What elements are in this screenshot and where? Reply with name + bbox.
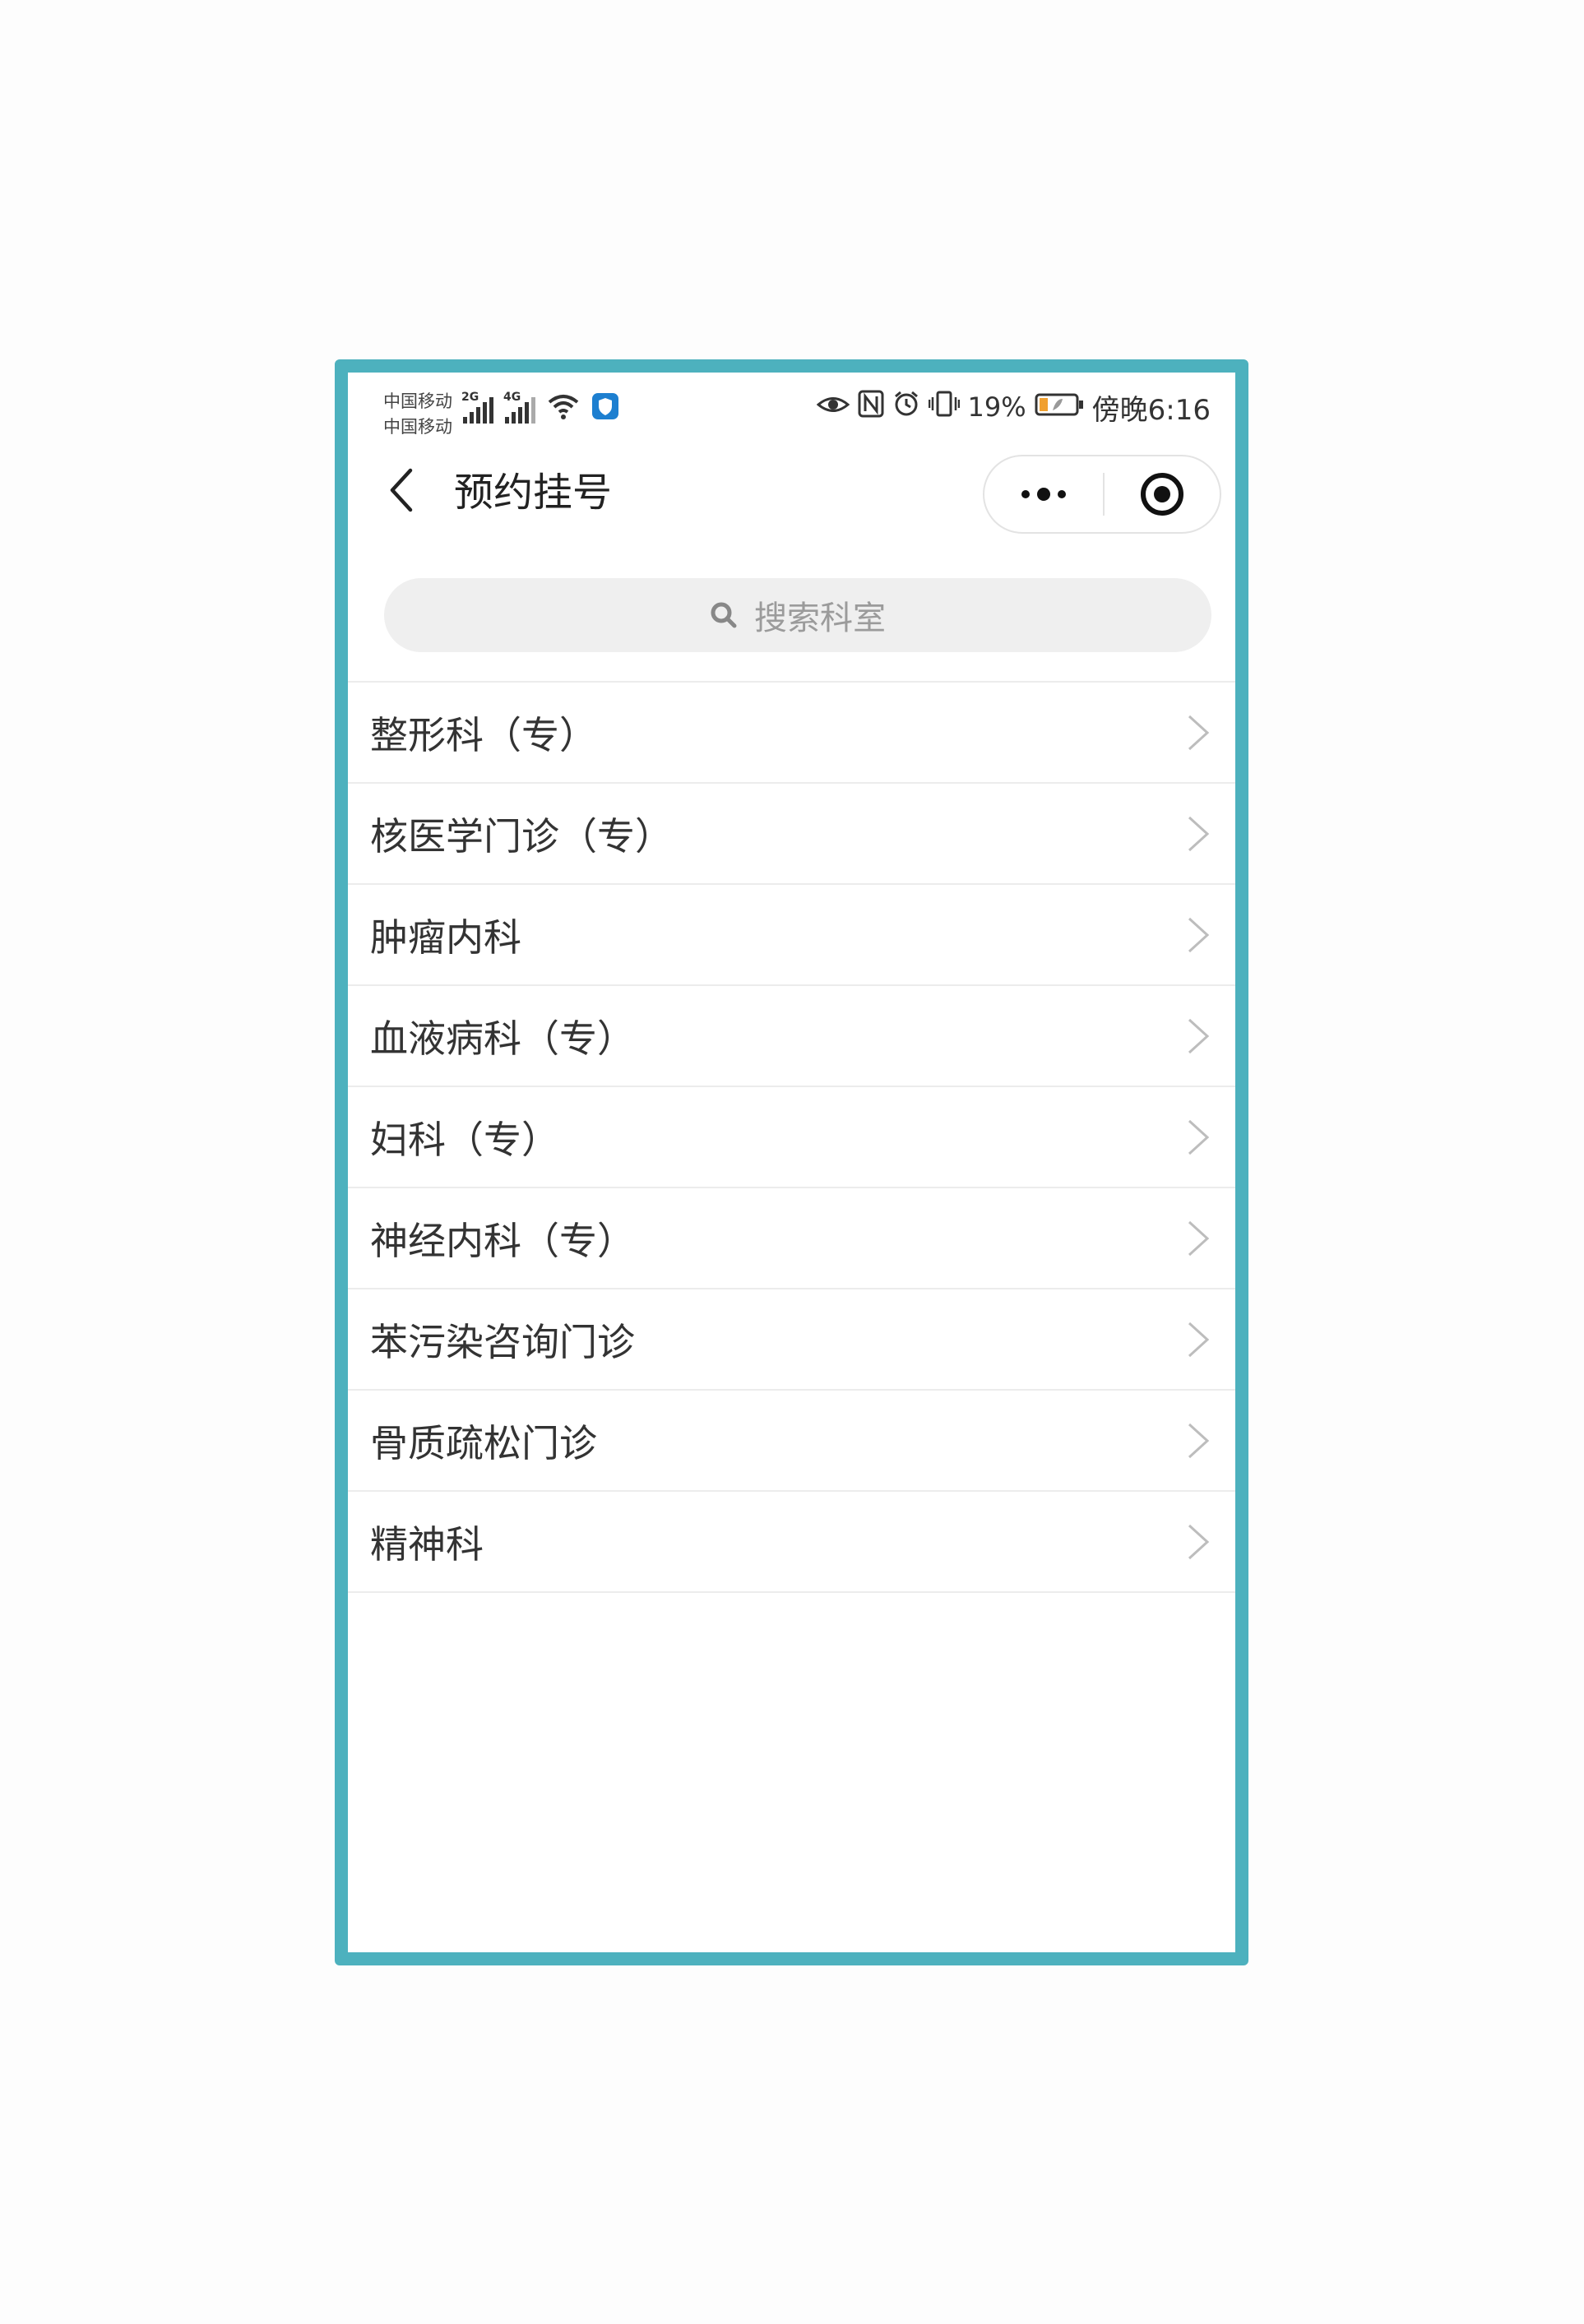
- battery-icon: [1035, 391, 1084, 424]
- department-label: 肿瘤内科: [370, 914, 521, 960]
- signal-icon: 2G: [461, 391, 493, 424]
- status-bar: 中国移动 中国移动 2G 4G 19% 傍晚6:16: [348, 373, 1235, 438]
- carrier-1: 中国移动: [383, 391, 452, 411]
- list-item[interactable]: 血液病科（专）: [348, 986, 1235, 1087]
- search-placeholder: 搜索科室: [754, 600, 886, 637]
- chevron-right-icon: [1188, 715, 1210, 751]
- carrier-labels: 中国移动 中国移动: [383, 389, 452, 440]
- chevron-right-icon: [1188, 1018, 1210, 1054]
- eye-icon: [816, 391, 850, 424]
- list-item[interactable]: 肿瘤内科: [348, 885, 1235, 986]
- list-item[interactable]: 精神科: [348, 1492, 1235, 1593]
- nav-header: 预约挂号: [348, 447, 1235, 537]
- clock: 傍晚6:16: [1091, 393, 1211, 427]
- list-item[interactable]: 神经内科（专）: [348, 1188, 1235, 1289]
- page-title: 预约挂号: [454, 470, 613, 516]
- list-item[interactable]: 核医学门诊（专）: [348, 784, 1235, 885]
- chevron-right-icon: [1188, 1423, 1210, 1459]
- list-item[interactable]: 骨质疏松门诊: [348, 1391, 1235, 1492]
- target-close-icon: [1141, 473, 1183, 516]
- department-label: 精神科: [370, 1521, 484, 1567]
- alarm-icon: [892, 390, 920, 424]
- close-mini-program-button[interactable]: [1105, 456, 1220, 532]
- chevron-right-icon: [1188, 1220, 1210, 1257]
- more-dots-icon: [1021, 488, 1066, 501]
- chevron-left-icon: [390, 468, 413, 512]
- nfc-icon: [858, 390, 884, 424]
- department-label: 核医学门诊（专）: [370, 813, 673, 859]
- vibrate-icon: [928, 390, 960, 424]
- chevron-right-icon: [1188, 1524, 1210, 1560]
- search-icon: [711, 602, 737, 628]
- signal-icon: 4G: [503, 391, 535, 424]
- department-label: 骨质疏松门诊: [370, 1420, 597, 1465]
- list-item[interactable]: 妇科（专）: [348, 1087, 1235, 1188]
- department-label: 妇科（专）: [370, 1117, 559, 1162]
- mini-program-capsule: [983, 455, 1221, 534]
- department-label: 神经内科（专）: [370, 1218, 635, 1263]
- phone-screen-frame: 中国移动 中国移动 2G 4G 19% 傍晚6:16 预约挂号 搜索科室 整形科…: [335, 359, 1248, 1965]
- network-type-2: 4G: [503, 391, 521, 404]
- chevron-right-icon: [1188, 816, 1210, 852]
- carrier-2: 中国移动: [383, 417, 452, 437]
- chevron-right-icon: [1188, 1119, 1210, 1155]
- department-list: 整形科（专） 核医学门诊（专） 肿瘤内科 血液病科（专） 妇科（专） 神经内科（…: [348, 681, 1235, 1593]
- battery-percent: 19%: [967, 391, 1026, 423]
- status-right-group: 19% 傍晚6:16: [816, 390, 1211, 427]
- search-input[interactable]: 搜索科室: [384, 578, 1211, 652]
- department-label: 血液病科（专）: [370, 1016, 635, 1061]
- network-type-1: 2G: [461, 391, 479, 404]
- chevron-right-icon: [1188, 917, 1210, 953]
- department-label: 整形科（专）: [370, 712, 597, 757]
- list-item[interactable]: 整形科（专）: [348, 683, 1235, 784]
- network-icons: 2G 4G: [461, 391, 619, 424]
- more-button[interactable]: [984, 456, 1103, 532]
- shield-icon: [591, 392, 619, 424]
- department-label: 苯污染咨询门诊: [370, 1319, 635, 1364]
- back-button[interactable]: [373, 461, 430, 519]
- chevron-right-icon: [1188, 1322, 1210, 1358]
- list-item[interactable]: 苯污染咨询门诊: [348, 1289, 1235, 1391]
- wifi-icon: [547, 392, 580, 424]
